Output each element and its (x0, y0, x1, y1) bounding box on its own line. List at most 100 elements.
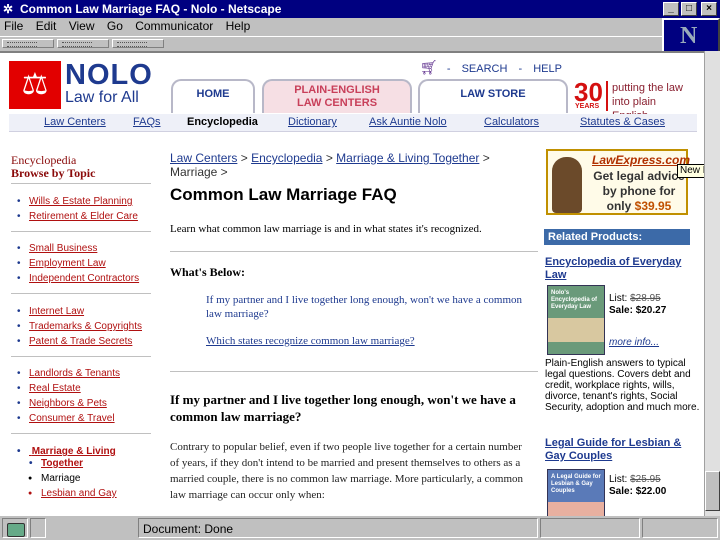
product-title-encyclopedia[interactable]: Encyclopedia of Everyday Law (545, 256, 695, 282)
close-button[interactable]: × (701, 2, 717, 16)
scrollbar-thumb[interactable] (705, 471, 720, 511)
breadcrumb: Law Centers > Encyclopedia > Marriage & … (170, 151, 538, 179)
scales-icon: ⚖ (9, 61, 61, 109)
sale-price: $20.27 (635, 305, 667, 316)
breadcrumb-separator: > (482, 151, 490, 165)
book-cover-lesbian-gay[interactable]: A Legal Guide for Lesbian & Gay Couples (547, 469, 605, 516)
book-cover-band (548, 318, 604, 342)
page-viewport: ⚖ NOLO Law for All 🛒︎ - SEARCH - HELP HO… (0, 51, 704, 516)
subnav-statutes-cases[interactable]: Statutes & Cases (580, 116, 665, 128)
minimize-button[interactable]: _ (663, 2, 679, 16)
subnav-dictionary[interactable]: Dictionary (288, 116, 337, 128)
separator: - (518, 63, 523, 75)
sidebar-link-contractors[interactable]: Independent Contractors (17, 273, 139, 284)
subnav-faqs[interactable]: FAQs (133, 116, 161, 128)
ad-line1: Get legal advice (593, 169, 685, 183)
top-links: 🛒︎ - SEARCH - HELP (420, 59, 562, 76)
menu-bar: File Edit View Go Communicator Help (0, 18, 660, 35)
book-cover-encyclopedia[interactable]: Nolo's Encyclopedia of Everyday Law (547, 285, 605, 355)
title-bar[interactable]: ✲ Common Law Marriage FAQ - Nolo - Netsc… (0, 0, 720, 18)
toolbar-grip-navigation[interactable] (2, 39, 54, 48)
subnav-ask-auntie-nolo[interactable]: Ask Auntie Nolo (369, 116, 447, 128)
sidebar-link-patent[interactable]: Patent & Trade Secrets (17, 336, 132, 347)
component-bar[interactable] (642, 518, 718, 538)
sidebar-link-retirement[interactable]: Retirement & Elder Care (17, 211, 138, 222)
search-link[interactable]: SEARCH (462, 63, 508, 75)
whats-below-heading: What's Below: (170, 265, 245, 279)
tab-plain-english-law-centers[interactable]: PLAIN-ENGLISH LAW CENTERS (262, 79, 412, 113)
ad-person-image (552, 157, 582, 213)
sidebar-sub-lesbian-gay[interactable]: Lesbian and Gay (28, 488, 117, 499)
sidebar-link-landlords[interactable]: Landlords & Tenants (17, 368, 120, 379)
book-cover-text: A Legal Guide for Lesbian & Gay Couples (551, 474, 601, 494)
vertical-scrollbar[interactable] (704, 51, 720, 516)
more-info-link[interactable]: more info... (609, 337, 659, 348)
menu-communicator[interactable]: Communicator (135, 19, 213, 33)
sale-label: Sale: (609, 486, 633, 497)
shopping-cart-icon[interactable]: 🛒︎ (420, 59, 438, 75)
help-link[interactable]: HELP (533, 63, 562, 75)
logo-tagline: Law for All (65, 89, 139, 106)
toolbar-grip-personal[interactable] (112, 39, 164, 48)
tab-label-line1: PLAIN-ENGLISH (294, 84, 380, 96)
product-title-lesbian-gay[interactable]: Legal Guide for Lesbian & Gay Couples (545, 437, 703, 463)
ad-price: $39.95 (634, 199, 672, 213)
tab-home[interactable]: HOME (171, 79, 255, 113)
status-bar: Document: Done (0, 516, 720, 540)
separator: - (446, 63, 451, 75)
tab-law-store[interactable]: LAW STORE (418, 79, 568, 113)
subnav-calculators[interactable]: Calculators (484, 116, 539, 128)
sidebar-sub-marriage[interactable]: Marriage (28, 473, 80, 484)
breadcrumb-law-centers[interactable]: Law Centers (170, 151, 237, 165)
tooltip-new-message: New Message (677, 164, 704, 178)
sidebar-link-internet[interactable]: Internet Law (17, 306, 84, 317)
netscape-throbber-icon[interactable]: N (662, 18, 720, 54)
sidebar-link-wills[interactable]: Wills & Estate Planning (17, 196, 132, 207)
sidebar-link-marriage[interactable]: Marriage & Living (17, 446, 116, 457)
page-description: Learn what common law marriage is and in… (170, 223, 482, 235)
ad-brand: LawExpress.com (592, 153, 691, 167)
anniversary-divider (606, 81, 608, 111)
book-cover-text: Nolo's Encyclopedia of Everyday Law (551, 290, 598, 310)
subnav-law-centers[interactable]: Law Centers (44, 116, 106, 128)
breadcrumb-marriage-living[interactable]: Marriage & Living Together (336, 151, 479, 165)
sidebar-divider (11, 433, 151, 434)
sale-price: $22.00 (635, 486, 667, 497)
breadcrumb-separator: > (240, 151, 248, 165)
list-label: List: (609, 293, 628, 304)
sidebar-divider (11, 231, 151, 232)
menu-go[interactable]: Go (107, 19, 123, 33)
subnav-encyclopedia[interactable]: Encyclopedia (187, 116, 258, 128)
browser-window: ✲ Common Law Marriage FAQ - Nolo - Netsc… (0, 0, 720, 540)
sidebar-divider (11, 356, 151, 357)
product-price-lesbian-gay: List: $25.95 Sale: $22.00 (609, 474, 666, 498)
breadcrumb-encyclopedia[interactable]: Encyclopedia (251, 151, 322, 165)
window-title: Common Law Marriage FAQ - Nolo - Netscap… (20, 2, 282, 16)
sidebar-link-real-estate[interactable]: Real Estate (17, 383, 81, 394)
sidebar-link-employment[interactable]: Employment Law (17, 258, 106, 269)
ad-copy: Get legal advice by phone for only $39.9… (590, 169, 688, 214)
question-link-1[interactable]: If my partner and I live together long e… (206, 293, 526, 321)
menu-help[interactable]: Help (226, 19, 251, 33)
sidebar-link-trademarks[interactable]: Trademarks & Copyrights (17, 321, 142, 332)
netscape-app-icon[interactable]: ✲ (3, 2, 17, 16)
breadcrumb-separator: > (325, 151, 333, 165)
page-title: Common Law Marriage FAQ (170, 185, 397, 204)
question-link-2[interactable]: Which states recognize common law marria… (206, 335, 415, 347)
nolo-logo[interactable]: ⚖ NOLO Law for All (9, 59, 156, 109)
sidebar-link-marriage-line2[interactable]: Together (29, 458, 83, 469)
maximize-button[interactable]: □ (681, 2, 697, 16)
toolbar-grip-location[interactable] (57, 39, 109, 48)
menu-edit[interactable]: Edit (36, 19, 57, 33)
sidebar-link-consumer[interactable]: Consumer & Travel (17, 413, 115, 424)
sidebar-link-small-business[interactable]: Small Business (17, 243, 97, 254)
menu-file[interactable]: File (4, 19, 23, 33)
lawexpress-ad[interactable]: LawExpress.com Get legal advice by phone… (546, 149, 691, 215)
lock-icon (7, 523, 25, 537)
sub-navigation: Law Centers FAQs Encyclopedia Dictionary… (9, 114, 697, 132)
security-indicator[interactable] (2, 518, 28, 538)
book-cover-band (548, 502, 604, 516)
menu-view[interactable]: View (69, 19, 95, 33)
sidebar-link-neighbors[interactable]: Neighbors & Pets (17, 398, 107, 409)
ad-line3: only (606, 199, 632, 213)
